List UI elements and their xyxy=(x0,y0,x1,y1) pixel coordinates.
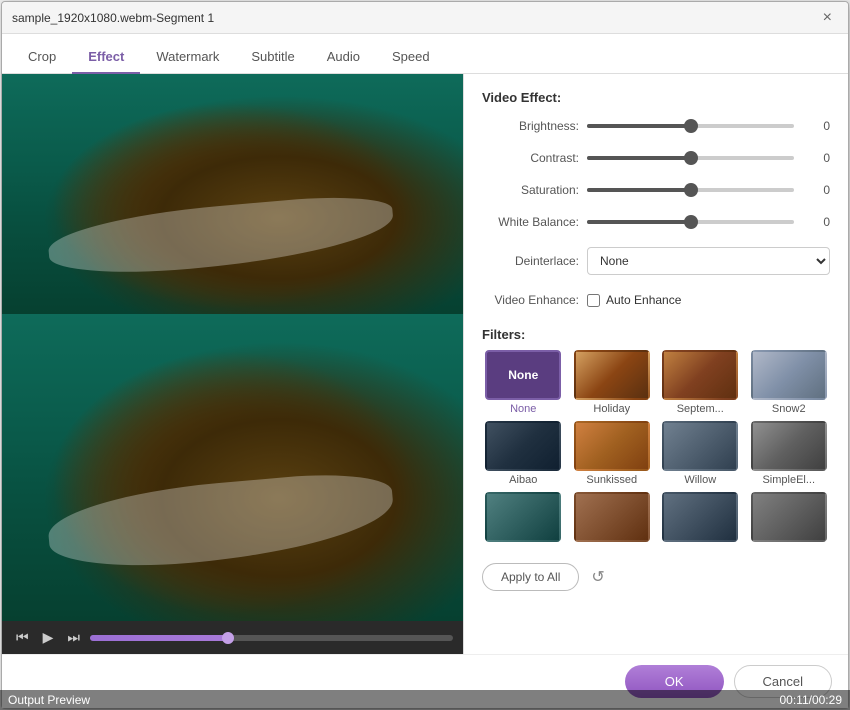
contrast-thumb[interactable] xyxy=(684,151,698,165)
apply-all-button[interactable]: Apply to All xyxy=(482,563,579,591)
auto-enhance-checkbox[interactable] xyxy=(587,294,600,307)
deinterlace-select[interactable]: None Blend Discard Mean xyxy=(587,247,830,275)
filter-sunkissed-thumb[interactable] xyxy=(574,421,650,471)
filter-row3b[interactable] xyxy=(571,492,654,545)
next-frame-button[interactable]: ⏭ xyxy=(63,627,84,648)
tab-subtitle[interactable]: Subtitle xyxy=(235,41,310,74)
window-title: sample_1920x1080.webm-Segment 1 xyxy=(12,11,214,25)
left-panel: Output Preview 00:11/00:29 ⏮ ▶ ⏭ xyxy=(2,74,464,654)
filter-aibao-thumb[interactable] xyxy=(485,421,561,471)
filter-holiday-label: Holiday xyxy=(593,403,630,415)
filter-september[interactable]: Septem... xyxy=(659,350,742,415)
brightness-thumb[interactable] xyxy=(684,119,698,133)
saturation-label: Saturation: xyxy=(482,183,587,197)
title-bar: sample_1920x1080.webm-Segment 1 × xyxy=(2,2,848,34)
filter-holiday[interactable]: Holiday xyxy=(571,350,654,415)
play-button[interactable]: ▶ xyxy=(39,627,58,648)
brightness-slider[interactable] xyxy=(587,124,794,128)
prev-icon: ⏮ xyxy=(16,629,29,646)
white-balance-fill xyxy=(587,220,691,224)
filter-simpleel-thumb[interactable] xyxy=(751,421,827,471)
saturation-row: Saturation: 0 xyxy=(482,183,830,197)
play-icon: ▶ xyxy=(43,629,54,646)
brightness-fill xyxy=(587,124,691,128)
filter-september-label: Septem... xyxy=(677,403,724,415)
white-balance-slider[interactable] xyxy=(587,220,794,224)
filter-row3b-thumb[interactable] xyxy=(574,492,650,542)
next-icon: ⏭ xyxy=(67,629,80,646)
tab-bar: Crop Effect Watermark Subtitle Audio Spe… xyxy=(2,34,848,74)
close-button[interactable]: × xyxy=(817,8,838,28)
filter-holiday-thumb[interactable] xyxy=(574,350,650,400)
filter-willow[interactable]: Willow xyxy=(659,421,742,486)
brightness-value: 0 xyxy=(802,119,830,133)
contrast-value: 0 xyxy=(802,151,830,165)
enhance-label: Video Enhance: xyxy=(482,293,587,307)
white-balance-row: White Balance: 0 xyxy=(482,215,830,229)
filter-aibao-label: Aibao xyxy=(509,474,537,486)
contrast-slider[interactable] xyxy=(587,156,794,160)
saturation-slider[interactable] xyxy=(587,188,794,192)
filter-snow2-thumb[interactable] xyxy=(751,350,827,400)
reset-icon: ↺ xyxy=(591,569,604,586)
tab-crop[interactable]: Crop xyxy=(12,41,72,74)
filter-sunkissed[interactable]: Sunkissed xyxy=(571,421,654,486)
filter-row3c-thumb[interactable] xyxy=(662,492,738,542)
tab-audio[interactable]: Audio xyxy=(311,41,376,74)
output-preview xyxy=(2,314,463,621)
filter-snow2[interactable]: Snow2 xyxy=(748,350,831,415)
filter-willow-thumb[interactable] xyxy=(662,421,738,471)
filter-row3d-thumb[interactable] xyxy=(751,492,827,542)
main-window: sample_1920x1080.webm-Segment 1 × Crop E… xyxy=(1,1,849,709)
progress-fill xyxy=(90,635,228,641)
white-balance-label: White Balance: xyxy=(482,215,587,229)
filters-grid: None None Holiday xyxy=(482,350,830,545)
filter-row3c[interactable] xyxy=(659,492,742,545)
filter-row3d[interactable] xyxy=(748,492,831,545)
progress-bar[interactable] xyxy=(90,635,453,641)
brightness-row: Brightness: 0 xyxy=(482,119,830,133)
filter-september-thumb[interactable] xyxy=(662,350,738,400)
filter-willow-label: Willow xyxy=(684,474,716,486)
contrast-fill xyxy=(587,156,691,160)
filter-simpleel-label: SimpleEl... xyxy=(762,474,815,486)
right-panel: Video Effect: Brightness: 0 Contrast: 0 xyxy=(464,74,848,654)
contrast-row: Contrast: 0 xyxy=(482,151,830,165)
white-balance-value: 0 xyxy=(802,215,830,229)
filter-simpleel[interactable]: SimpleEl... xyxy=(748,421,831,486)
bottom-actions: Apply to All ↺ xyxy=(482,563,830,591)
deinterlace-label: Deinterlace: xyxy=(482,254,587,268)
auto-enhance-label[interactable]: Auto Enhance xyxy=(587,293,681,307)
white-balance-thumb[interactable] xyxy=(684,215,698,229)
auto-enhance-text: Auto Enhance xyxy=(606,293,681,307)
filter-none[interactable]: None None xyxy=(482,350,565,415)
saturation-fill xyxy=(587,188,691,192)
tab-effect[interactable]: Effect xyxy=(72,41,140,74)
brightness-label: Brightness: xyxy=(482,119,587,133)
reset-button[interactable]: ↺ xyxy=(587,563,608,591)
filter-snow2-label: Snow2 xyxy=(772,403,806,415)
tab-watermark[interactable]: Watermark xyxy=(140,41,235,74)
deinterlace-row: Deinterlace: None Blend Discard Mean xyxy=(482,247,830,275)
saturation-thumb[interactable] xyxy=(684,183,698,197)
original-preview xyxy=(2,74,463,314)
content-area: Output Preview 00:11/00:29 ⏮ ▶ ⏭ xyxy=(2,74,848,654)
contrast-label: Contrast: xyxy=(482,151,587,165)
filter-none-thumb[interactable]: None xyxy=(485,350,561,400)
filters-title: Filters: xyxy=(482,327,830,342)
progress-thumb[interactable] xyxy=(222,632,234,644)
saturation-value: 0 xyxy=(802,183,830,197)
filter-aibao[interactable]: Aibao xyxy=(482,421,565,486)
filter-none-label: None xyxy=(510,403,536,415)
filter-row3a-thumb[interactable] xyxy=(485,492,561,542)
enhance-row: Video Enhance: Auto Enhance xyxy=(482,293,830,307)
tab-speed[interactable]: Speed xyxy=(376,41,446,74)
prev-frame-button[interactable]: ⏮ xyxy=(12,627,33,648)
video-effect-title: Video Effect: xyxy=(482,90,830,105)
filter-row3a[interactable] xyxy=(482,492,565,545)
filter-sunkissed-label: Sunkissed xyxy=(586,474,637,486)
playback-controls: ⏮ ▶ ⏭ xyxy=(2,621,463,654)
filters-section: Filters: None None Holiday xyxy=(482,327,830,545)
